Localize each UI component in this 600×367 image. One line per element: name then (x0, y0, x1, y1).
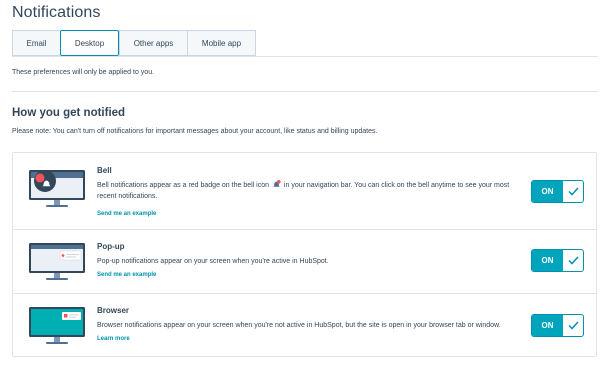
tab-other-apps[interactable]: Other apps (119, 30, 187, 56)
card-title-bell: Bell (97, 166, 112, 175)
toggle-on-label: ON (532, 315, 563, 336)
tab-email[interactable]: Email (12, 30, 60, 56)
tab-mobile-app[interactable]: Mobile app (187, 30, 256, 56)
bell-icon (273, 180, 281, 187)
toggle-on-label: ON (532, 181, 563, 202)
send-example-link-bell[interactable]: Send me an example (97, 211, 156, 217)
tab-desktop[interactable]: Desktop (60, 30, 119, 56)
browser-monitor-illustration (29, 307, 85, 344)
checkmark-icon (563, 181, 583, 202)
card-description-browser: Browser notifications appear on your scr… (97, 322, 501, 329)
card-title-popup: Pop-up (97, 242, 125, 251)
popup-monitor-illustration (29, 243, 85, 280)
tab-underline-divider (12, 56, 598, 57)
checkmark-icon (563, 315, 583, 336)
section-note: Please note: You can't turn off notifica… (12, 128, 378, 135)
page-title: Notifications (12, 4, 101, 21)
toggle-on-label: ON (532, 250, 563, 271)
card-title-browser: Browser (97, 306, 130, 315)
card-description-bell: Bell notifications appear as a red badge… (97, 180, 517, 202)
notification-card-browser: Browser Browser notifications appear on … (13, 294, 596, 356)
popup-toggle[interactable]: ON (531, 249, 584, 272)
section-divider (12, 91, 598, 92)
learn-more-link-browser[interactable]: Learn more (97, 336, 130, 342)
card-description-bell-part1: Bell notifications appear as a red badge… (97, 182, 270, 189)
bell-monitor-illustration (29, 170, 85, 207)
browser-toggle[interactable]: ON (531, 314, 584, 337)
section-heading: How you get notified (12, 107, 126, 119)
bell-toggle[interactable]: ON (531, 180, 584, 203)
send-example-link-popup[interactable]: Send me an example (97, 272, 156, 278)
tab-bar: Email Desktop Other apps Mobile app (12, 30, 256, 56)
notification-card-bell: Bell Bell notifications appear as a red … (13, 153, 596, 230)
checkmark-icon (563, 250, 583, 271)
preferences-note: These preferences will only be applied t… (12, 69, 155, 76)
card-description-popup: Pop-up notifications appear on your scre… (97, 258, 329, 265)
notification-card-popup: Pop-up Pop-up notifications appear on yo… (13, 230, 596, 294)
notification-channel-list: Bell Bell notifications appear as a red … (12, 152, 597, 357)
